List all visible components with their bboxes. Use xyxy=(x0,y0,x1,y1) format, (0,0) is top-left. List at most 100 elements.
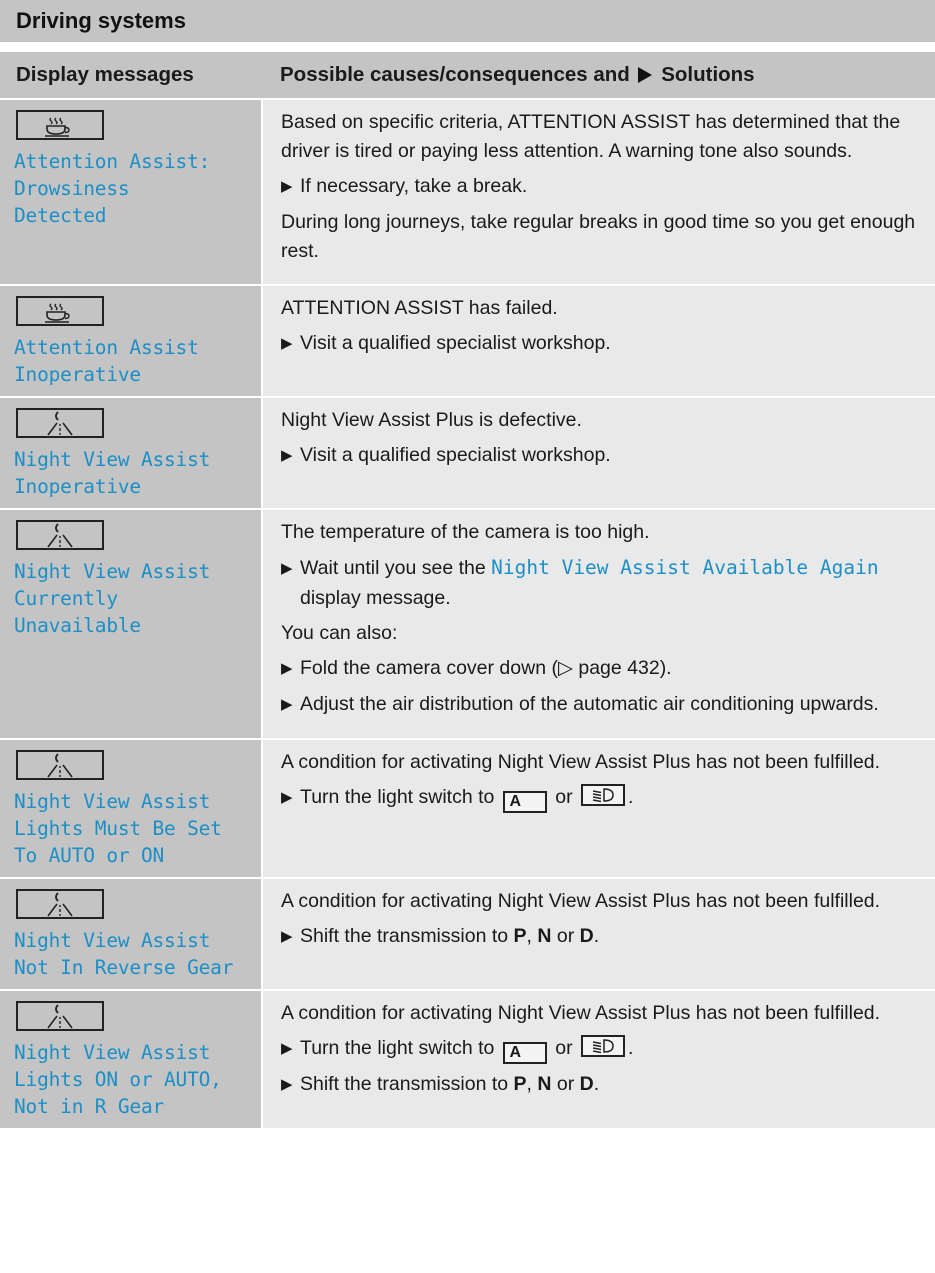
period-text: . xyxy=(593,925,600,947)
display-message-text: Attention Assist: Drowsiness Detected xyxy=(14,150,211,227)
gear-n: N xyxy=(537,1073,552,1095)
solution-step-text: Shift the transmission to xyxy=(300,1073,509,1095)
table-row: Night View Assist Currently Unavailable … xyxy=(0,509,935,740)
cause-text: A condition for activating Night View As… xyxy=(281,751,881,773)
solution-step: ▶ Turn the light switch to A or . xyxy=(281,783,925,813)
cause-text: Night View Assist Plus is defective. xyxy=(281,409,582,431)
display-message-cell: Night View Assist Currently Unavailable xyxy=(0,509,262,740)
bullet-arrow-icon: ▶ xyxy=(281,928,293,945)
solution-step: ▶ Visit a qualified specialist workshop. xyxy=(281,441,925,471)
causes-solutions-cell: Based on specific criteria, ATTENTION AS… xyxy=(261,99,935,286)
period-text: . xyxy=(627,786,634,808)
low-beam-icon xyxy=(580,784,625,806)
cause-text: ATTENTION ASSIST has failed. xyxy=(281,297,558,319)
table-row: Night View Assist Inoperative Night View… xyxy=(0,397,935,510)
table-row: Night View Assist Lights Must Be Set To … xyxy=(0,739,935,879)
solution-step-text: Shift the transmission to xyxy=(300,925,509,947)
table-row: Night View Assist Not In Reverse Gear A … xyxy=(0,878,935,991)
or-text: or xyxy=(555,1037,573,1059)
column-header-causes-text: Possible causes/consequences and xyxy=(280,63,630,86)
bullet-arrow-icon: ▶ xyxy=(281,178,293,195)
solution-step-text: Visit a qualified specialist workshop. xyxy=(300,332,611,354)
night-view-icon xyxy=(16,750,104,780)
gear-d: D xyxy=(579,1073,594,1095)
solution-step: ▶ Adjust the air distribution of the auto… xyxy=(281,690,925,720)
night-view-icon xyxy=(16,889,104,919)
bullet-arrow-icon: ▶ xyxy=(281,447,293,464)
display-message-cell: Night View Assist Lights ON or AUTO, Not… xyxy=(0,990,262,1130)
solution-step-text: Turn the light switch to xyxy=(300,786,495,808)
low-beam-icon xyxy=(580,1035,625,1057)
display-message-text: Attention Assist Inoperative xyxy=(14,336,199,386)
night-view-icon xyxy=(16,520,104,550)
comma-text: , xyxy=(526,1073,532,1095)
bullet-arrow-icon: ▶ xyxy=(281,789,293,806)
comma-text: , xyxy=(526,925,532,947)
table-row: Night View Assist Lights ON or AUTO, Not… xyxy=(0,990,935,1130)
gear-p: P xyxy=(513,925,527,947)
causes-solutions-cell: Night View Assist Plus is defective. ▶ Vi… xyxy=(261,397,935,510)
coffee-cup-icon xyxy=(16,296,104,326)
display-message-text: Night View Assist Currently Unavailable xyxy=(14,560,211,637)
bullet-arrow-icon: ▶ xyxy=(281,696,293,713)
gear-p: P xyxy=(513,1073,527,1095)
gear-n: N xyxy=(537,925,552,947)
solution-step-text: If necessary, take a break. xyxy=(300,175,528,197)
table-header-row: Display messages Possible causes/consequ… xyxy=(0,52,935,100)
coffee-cup-icon xyxy=(16,110,104,140)
or-text: or xyxy=(555,786,573,808)
period-text: . xyxy=(627,1037,634,1059)
period-text: . xyxy=(593,1073,600,1095)
display-message-text: Night View Assist Inoperative xyxy=(14,448,211,498)
display-message-cell: Attention Assist: Drowsiness Detected xyxy=(0,99,262,286)
display-messages-table: Display messages Possible causes/consequ… xyxy=(0,52,935,1130)
note-text: During long journeys, take regular break… xyxy=(281,211,916,262)
column-header-solutions-text: Solutions xyxy=(661,63,755,86)
section-title: Driving systems xyxy=(16,8,186,33)
or-text: or xyxy=(556,925,575,947)
display-message-text: Night View Assist Lights ON or AUTO, Not… xyxy=(14,1041,222,1118)
causes-solutions-cell: A condition for activating Night View As… xyxy=(261,990,935,1130)
bullet-arrow-icon: ▶ xyxy=(281,1076,293,1093)
cause-text: Based on specific criteria, ATTENTION AS… xyxy=(281,111,901,162)
display-message-cell: Night View Assist Not In Reverse Gear xyxy=(0,878,262,991)
solution-arrow-icon xyxy=(637,67,652,83)
causes-solutions-cell: A condition for activating Night View As… xyxy=(261,739,935,879)
cause-text: A condition for activating Night View As… xyxy=(281,1002,881,1024)
table-row: Attention Assist Inoperative ATTENTION A… xyxy=(0,285,935,398)
column-header-causes-solutions: Possible causes/consequences and Solutio… xyxy=(262,52,935,100)
solution-step: ▶ Visit a qualified specialist workshop. xyxy=(281,329,925,359)
gear-d: D xyxy=(579,925,594,947)
solution-step-text: Turn the light switch to xyxy=(300,1037,495,1059)
display-message-text: Night View Assist Lights Must Be Set To … xyxy=(14,790,222,867)
solution-step-text: Fold the camera cover down (▷ page 432). xyxy=(300,657,672,679)
note-text: You can also: xyxy=(281,622,398,644)
inline-display-message: Night View Assist Available Again xyxy=(491,556,879,579)
solution-step-text: Visit a qualified specialist workshop. xyxy=(300,444,611,466)
display-message-cell: Night View Assist Inoperative xyxy=(0,397,262,510)
table-row: Attention Assist: Drowsiness Detected Ba… xyxy=(0,99,935,286)
bullet-arrow-icon: ▶ xyxy=(281,560,293,577)
light-switch-auto-key: A xyxy=(502,1042,547,1064)
solution-step: ▶ If necessary, take a break. xyxy=(281,172,925,202)
display-message-cell: Attention Assist Inoperative xyxy=(0,285,262,398)
solution-step: ▶ Wait until you see the Night View Assis… xyxy=(281,553,925,613)
causes-solutions-cell: A condition for activating Night View As… xyxy=(261,878,935,991)
solution-step: ▶ Fold the camera cover down (▷ page 432)… xyxy=(281,654,925,684)
night-view-icon xyxy=(16,1001,104,1031)
solution-step-text-end: display message. xyxy=(300,587,451,609)
night-view-icon xyxy=(16,408,104,438)
display-message-text: Night View Assist Not In Reverse Gear xyxy=(14,929,234,979)
column-header-display-messages: Display messages xyxy=(0,52,262,100)
solution-step: ▶ Shift the transmission to P, N or D. xyxy=(281,922,925,952)
display-message-cell: Night View Assist Lights Must Be Set To … xyxy=(0,739,262,879)
section-header-bar: Driving systems xyxy=(0,0,935,42)
solution-step-text: Wait until you see the xyxy=(300,557,486,579)
bullet-arrow-icon: ▶ xyxy=(281,335,293,352)
bullet-arrow-icon: ▶ xyxy=(281,1040,293,1057)
or-text: or xyxy=(556,1073,575,1095)
light-switch-auto-key: A xyxy=(502,791,547,813)
causes-solutions-cell: The temperature of the camera is too hig… xyxy=(261,509,935,740)
solution-step: ▶ Turn the light switch to A or . xyxy=(281,1034,925,1064)
solution-step: ▶ Shift the transmission to P, N or D. xyxy=(281,1070,925,1100)
